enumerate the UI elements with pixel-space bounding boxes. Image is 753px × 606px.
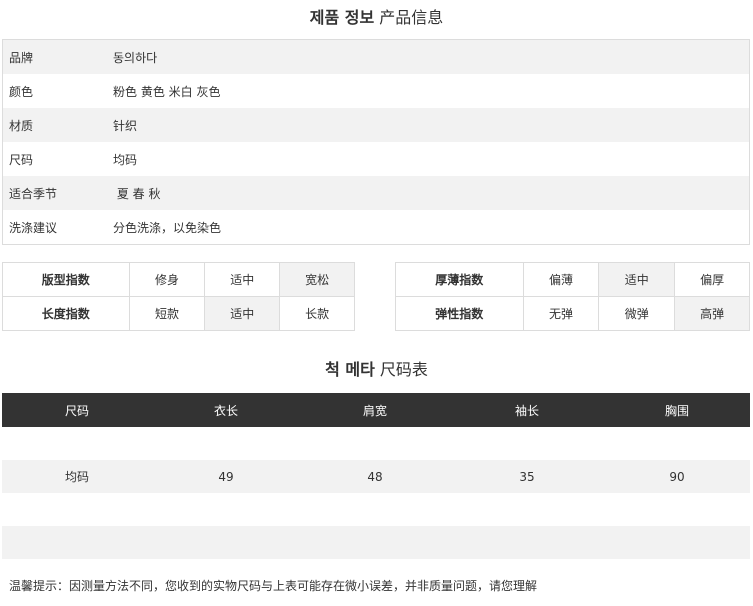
table-row <box>2 427 750 460</box>
size-chart-title-ko: 척 메타 <box>325 360 375 379</box>
column-header: 胸围 <box>604 393 750 427</box>
info-label: 洗涤建议 <box>9 220 58 235</box>
table-cell <box>152 526 300 559</box>
size-chart-table: 尺码 衣长 肩宽 袖长 胸围 均码 49 48 35 90 <box>2 393 750 559</box>
size-chart-title: 척 메타 尺码表 <box>0 356 753 380</box>
index-label: 版型指数 <box>2 262 130 297</box>
table-row: 均码 49 48 35 90 <box>2 460 750 493</box>
column-header: 肩宽 <box>300 393 450 427</box>
index-label: 弹性指数 <box>395 296 524 331</box>
index-row-length: 长度指数 短款 适中 长款 <box>2 296 355 331</box>
info-row-season: 适合季节 夏 春 秋 <box>3 176 749 210</box>
index-row-elasticity: 弹性指数 无弹 微弹 高弹 <box>395 296 750 331</box>
info-label: 颜色 <box>9 84 34 99</box>
thickness-elasticity-index-table: 厚薄指数 偏薄 适中 偏厚 弹性指数 无弹 微弹 高弹 <box>395 262 750 331</box>
size-chart-header-row: 尺码 衣长 肩宽 袖长 胸围 <box>2 393 750 427</box>
index-option: 修身 <box>128 262 206 297</box>
info-row-material: 材质 针织 <box>3 108 749 142</box>
index-option: 微弹 <box>598 296 676 331</box>
table-cell <box>450 526 604 559</box>
index-label: 厚薄指数 <box>395 262 524 297</box>
index-option-selected: 高弹 <box>674 296 750 331</box>
info-value: 均码 <box>113 152 138 167</box>
info-value: 夏 春 秋 <box>113 186 161 201</box>
info-row-brand: 品牌 동의하다 <box>3 40 749 74</box>
table-cell <box>2 427 152 460</box>
table-cell <box>604 427 750 460</box>
info-label: 适合季节 <box>9 186 58 201</box>
info-value: 针织 <box>113 118 138 133</box>
table-cell <box>604 526 750 559</box>
table-cell <box>2 493 152 526</box>
index-option: 偏厚 <box>674 262 750 297</box>
info-label: 材质 <box>9 118 34 133</box>
index-row-fit: 版型指数 修身 适中 宽松 <box>2 262 355 297</box>
info-value: 粉色 黄色 米白 灰色 <box>113 84 221 99</box>
size-chart-title-zh: 尺码表 <box>379 360 428 379</box>
index-option: 偏薄 <box>522 262 600 297</box>
table-cell <box>300 427 450 460</box>
index-option: 无弹 <box>522 296 600 331</box>
table-cell <box>604 493 750 526</box>
table-cell: 49 <box>152 460 300 493</box>
info-row-size: 尺码 均码 <box>3 142 749 176</box>
table-cell <box>300 526 450 559</box>
table-cell <box>300 493 450 526</box>
index-option: 长款 <box>279 296 355 331</box>
table-cell: 35 <box>450 460 604 493</box>
table-cell <box>152 427 300 460</box>
table-cell <box>2 526 152 559</box>
table-cell <box>450 493 604 526</box>
info-value: 동의하다 <box>113 50 158 65</box>
measurement-note: 温馨提示：因测量方法不同，您收到的实物尺码与上表可能存在微小误差，并非质量问题，… <box>9 579 538 593</box>
product-info-title-zh: 产品信息 <box>379 8 444 27</box>
table-row <box>2 493 750 526</box>
index-option-selected: 适中 <box>598 262 676 297</box>
product-info-table: 品牌 동의하다 颜色 粉色 黄色 米白 灰色 材质 针织 尺码 均码 适合季节 … <box>2 39 750 245</box>
info-label: 品牌 <box>9 50 34 65</box>
fit-length-index-table: 版型指数 修身 适中 宽松 长度指数 短款 适中 长款 <box>2 262 355 331</box>
table-row <box>2 526 750 559</box>
table-cell <box>152 493 300 526</box>
product-info-title-ko: 제품 정보 <box>309 8 375 27</box>
column-header: 袖长 <box>450 393 604 427</box>
table-cell: 90 <box>604 460 750 493</box>
table-cell: 48 <box>300 460 450 493</box>
column-header: 衣长 <box>152 393 300 427</box>
info-label: 尺码 <box>9 152 34 167</box>
index-label: 长度指数 <box>2 296 130 331</box>
index-option-selected: 适中 <box>204 296 281 331</box>
column-header: 尺码 <box>2 393 152 427</box>
index-row-thickness: 厚薄指数 偏薄 适中 偏厚 <box>395 262 750 297</box>
index-option: 短款 <box>128 296 206 331</box>
table-cell <box>450 427 604 460</box>
index-option: 适中 <box>204 262 281 297</box>
info-value: 分色洗涤，以免染色 <box>113 220 222 235</box>
info-row-color: 颜色 粉色 黄色 米白 灰色 <box>3 74 749 108</box>
info-row-washing: 洗涤建议 分色洗涤，以免染色 <box>3 210 749 244</box>
index-option-selected: 宽松 <box>279 262 355 297</box>
table-cell: 均码 <box>2 460 152 493</box>
product-info-title: 제품 정보 产品信息 <box>0 4 753 28</box>
